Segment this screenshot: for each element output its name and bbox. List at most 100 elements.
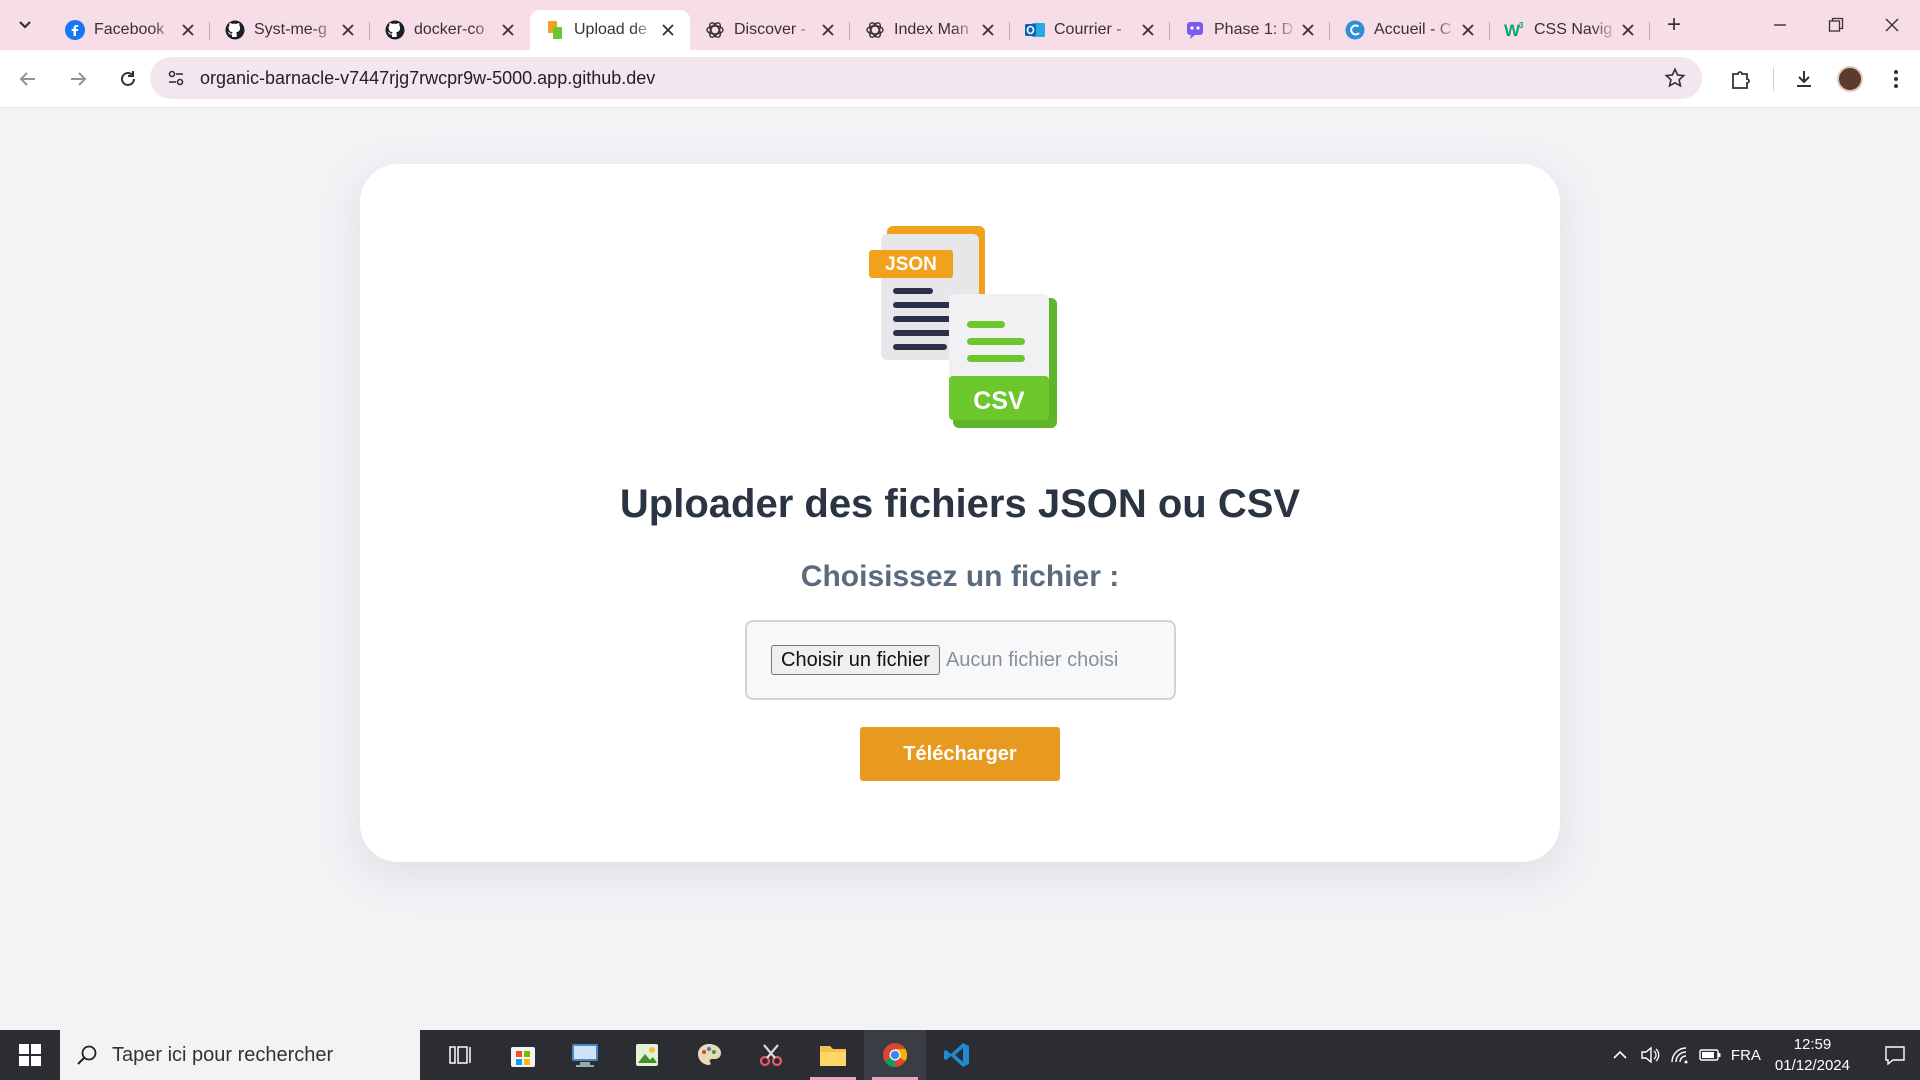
svg-text:3: 3 — [1519, 21, 1524, 30]
close-tab-icon[interactable] — [658, 20, 678, 40]
taskbar-file-explorer[interactable] — [802, 1030, 864, 1080]
taskbar-search[interactable]: Taper ici pour rechercher — [60, 1030, 420, 1080]
choose-file-button[interactable]: Choisir un fichier — [771, 645, 940, 675]
bookmark-star-icon[interactable] — [1664, 67, 1686, 89]
file-input[interactable]: Choisir un fichier Aucun fichier choisi — [745, 620, 1176, 700]
notifications-button[interactable] — [1870, 1030, 1920, 1080]
volume-button[interactable] — [1635, 1030, 1665, 1080]
close-tab-icon[interactable] — [1618, 20, 1638, 40]
task-view-button[interactable] — [430, 1030, 492, 1080]
tab-search-button[interactable] — [0, 0, 50, 50]
taskbar-store[interactable] — [492, 1030, 554, 1080]
menu-button[interactable] — [1874, 57, 1918, 101]
taskbar-snipping-tool[interactable] — [740, 1030, 802, 1080]
new-tab-button[interactable]: + — [1654, 5, 1694, 45]
tab-list: Facebook Syst-me-g docker-co Upload de Disco… — [50, 0, 1650, 50]
tab-9[interactable]: Accueil - C — [1330, 10, 1490, 50]
tab-8[interactable]: Phase 1: D — [1170, 10, 1330, 50]
w3schools-icon: W3 — [1504, 19, 1526, 41]
more-vertical-icon — [1894, 70, 1898, 88]
toolbar-actions — [1719, 57, 1920, 101]
close-tab-icon[interactable] — [978, 20, 998, 40]
tab-title: Facebook — [94, 21, 165, 38]
close-tab-icon[interactable] — [1298, 20, 1318, 40]
battery-button[interactable] — [1695, 1030, 1725, 1080]
chevron-down-icon — [19, 21, 31, 29]
upload-card: JSON CSV Uploader des fichiers JSON ou C… — [360, 164, 1560, 862]
tab-title: Syst-me-g — [254, 21, 327, 38]
close-tab-icon[interactable] — [338, 20, 358, 40]
taskbar-photo-app[interactable] — [616, 1030, 678, 1080]
clock[interactable]: 12:59 01/12/2024 — [1775, 1034, 1850, 1076]
close-tab-icon[interactable] — [498, 20, 518, 40]
windows-icon — [19, 1044, 41, 1066]
reload-icon — [121, 70, 135, 86]
file-status: Aucun fichier choisi — [945, 648, 1119, 671]
chrome-icon — [883, 1043, 908, 1067]
tab-title: Phase 1: D — [1214, 21, 1294, 38]
close-icon — [1885, 18, 1899, 32]
close-tab-icon[interactable] — [818, 20, 838, 40]
taskbar-vscode[interactable] — [926, 1030, 988, 1080]
downloads-button[interactable] — [1782, 57, 1826, 101]
wifi-icon — [1671, 1047, 1688, 1064]
taskbar-chrome[interactable] — [864, 1030, 926, 1080]
folder-icon — [820, 1046, 846, 1066]
minimize-icon — [1774, 24, 1786, 26]
upload-submit-button[interactable]: Télécharger — [860, 727, 1060, 781]
tab-6[interactable]: Index Man — [850, 10, 1010, 50]
palette-icon — [698, 1044, 721, 1065]
tab-5[interactable]: Discover - — [690, 10, 850, 50]
task-view-icon — [449, 1046, 471, 1064]
start-button[interactable] — [0, 1030, 60, 1080]
search-icon — [77, 1045, 97, 1065]
minimize-button[interactable] — [1752, 0, 1808, 50]
close-tab-icon[interactable] — [178, 20, 198, 40]
restore-button[interactable] — [1808, 0, 1864, 50]
url-text[interactable]: organic-barnacle-v7447rjg7rwcpr9w-5000.a… — [200, 68, 655, 89]
tray-overflow-button[interactable] — [1605, 1030, 1635, 1080]
json-csv-logo: JSON CSV — [869, 226, 1057, 428]
address-bar[interactable]: organic-barnacle-v7447rjg7rwcpr9w-5000.a… — [150, 57, 1702, 99]
taskbar-search-placeholder: Taper ici pour rechercher — [112, 1043, 334, 1066]
github-icon — [384, 19, 406, 41]
clock-date: 01/12/2024 — [1774, 1057, 1850, 1074]
file-prompt: Choisissez un fichier : — [800, 560, 1120, 593]
profile-button[interactable] — [1828, 57, 1872, 101]
close-tab-icon[interactable] — [1138, 20, 1158, 40]
openai-icon — [864, 19, 886, 41]
clock-time: 12:59 — [1793, 1036, 1832, 1053]
tab-2[interactable]: Syst-me-g — [210, 10, 370, 50]
input-language[interactable]: FRA — [1731, 1047, 1761, 1064]
taskbar-paint[interactable] — [678, 1030, 740, 1080]
tab-7[interactable]: Courrier - — [1010, 10, 1170, 50]
tab-title: Upload de — [574, 21, 647, 38]
reload-button[interactable] — [106, 57, 150, 101]
tab-10[interactable]: W 3 CSS Navig — [1490, 10, 1650, 50]
speaker-icon — [1641, 1046, 1660, 1064]
tab-strip: Facebook Syst-me-g docker-co Upload de Disco… — [0, 0, 1920, 50]
tab-1[interactable]: Facebook — [50, 10, 210, 50]
bot-icon — [1184, 19, 1206, 41]
site-info-icon[interactable] — [166, 68, 186, 88]
photo-icon — [636, 1044, 658, 1066]
back-button[interactable] — [6, 57, 50, 101]
toolbar-divider — [1773, 67, 1774, 91]
forward-button[interactable] — [56, 57, 100, 101]
window-controls — [1752, 0, 1920, 50]
taskbar-remote-desktop[interactable] — [554, 1030, 616, 1080]
tab-4[interactable]: Upload de — [530, 10, 690, 50]
close-tab-icon[interactable] — [1458, 20, 1478, 40]
close-window-button[interactable] — [1864, 0, 1920, 50]
tab-title: docker-co — [414, 21, 485, 38]
extensions-button[interactable] — [1719, 57, 1763, 101]
upload-page-icon — [544, 19, 566, 41]
taskbar: Taper ici pour rechercher FRA 12:59 01/1… — [0, 1030, 1920, 1080]
logo-json-text: JSON — [885, 254, 937, 275]
store-icon — [511, 1047, 535, 1067]
network-button[interactable] — [1665, 1030, 1695, 1080]
arrow-right-icon — [71, 71, 87, 86]
page-title: Uploader des fichiers JSON ou CSV — [619, 482, 1301, 526]
tab-3[interactable]: docker-co — [370, 10, 530, 50]
vscode-icon — [944, 1043, 969, 1067]
